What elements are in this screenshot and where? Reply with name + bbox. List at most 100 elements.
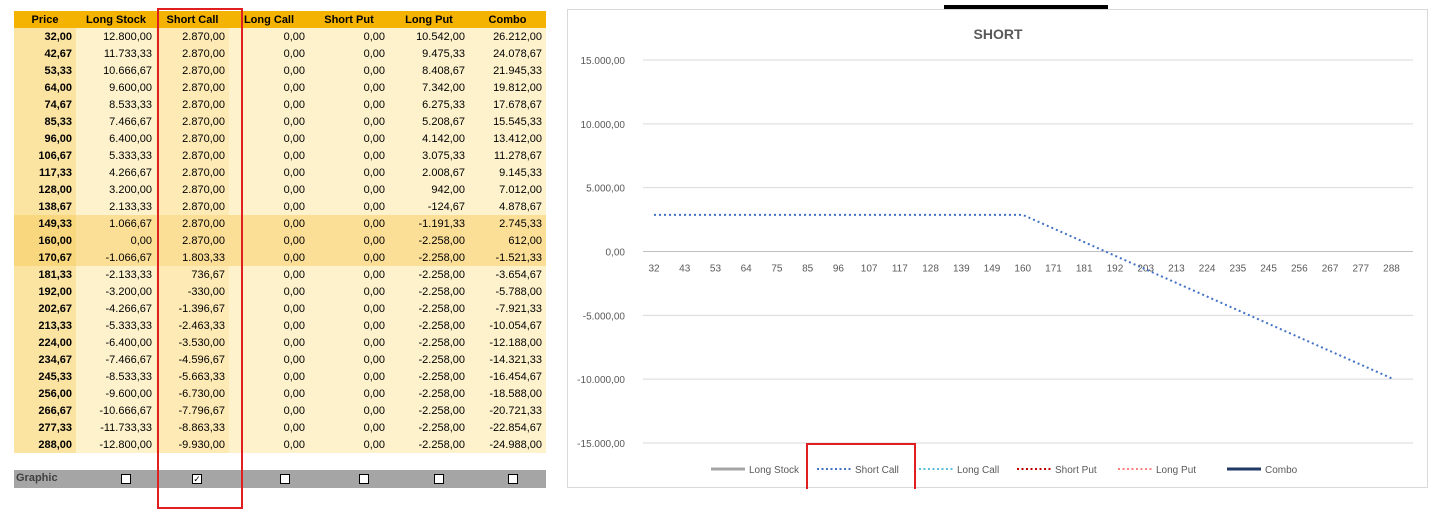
y-tick-label: 15.000,00 xyxy=(581,56,626,67)
cell-price: 53,33 xyxy=(14,62,76,79)
x-tick-label: 139 xyxy=(953,264,970,275)
cell-price: 202,67 xyxy=(14,300,76,317)
cell-combo: 9.145,33 xyxy=(469,164,546,181)
cell-price: 32,00 xyxy=(14,28,76,45)
cell-combo: 612,00 xyxy=(469,232,546,249)
cell-long-stock: 5.333,33 xyxy=(76,147,156,164)
checkbox-short-put[interactable] xyxy=(359,474,369,484)
cell-short-put: 0,00 xyxy=(309,113,389,130)
cell-combo: -12.188,00 xyxy=(469,334,546,351)
cell-combo: 19.812,00 xyxy=(469,79,546,96)
x-tick-label: 107 xyxy=(861,264,878,275)
y-tick-label: -10.000,00 xyxy=(577,375,625,386)
x-tick-label: 235 xyxy=(1230,264,1247,275)
cell-long-put: -2.258,00 xyxy=(389,283,469,300)
table-row: 128,00 3.200,00 2.870,00 0,00 0,00 942,00 7.01… xyxy=(14,181,546,198)
chart-series xyxy=(654,213,1392,380)
y-tick-label: -15.000,00 xyxy=(577,439,625,450)
cell-long-stock: -4.266,67 xyxy=(76,300,156,317)
cell-short-put: 0,00 xyxy=(309,198,389,215)
cell-price: 288,00 xyxy=(14,436,76,453)
cell-long-stock: -5.333,33 xyxy=(76,317,156,334)
cell-short-put: 0,00 xyxy=(309,232,389,249)
cell-price: 117,33 xyxy=(14,164,76,181)
cell-short-put: 0,00 xyxy=(309,181,389,198)
graphic-toggle-bar: Graphic ✓ xyxy=(14,470,546,488)
cell-combo: 4.878,67 xyxy=(469,198,546,215)
cell-short-put: 0,00 xyxy=(309,45,389,62)
cell-combo: -18.588,00 xyxy=(469,385,546,402)
x-tick-label: 181 xyxy=(1076,264,1093,275)
x-tick-label: 32 xyxy=(648,264,660,275)
cell-long-put: -2.258,00 xyxy=(389,436,469,453)
cell-short-put: 0,00 xyxy=(309,215,389,232)
cell-price: 224,00 xyxy=(14,334,76,351)
cell-long-put: 2.008,67 xyxy=(389,164,469,181)
checkbox-long-stock[interactable] xyxy=(121,474,131,484)
cell-long-stock: -3.200,00 xyxy=(76,283,156,300)
cell-long-put: 9.475,33 xyxy=(389,45,469,62)
header-short-put: Short Put xyxy=(309,11,389,28)
x-tick-label: 43 xyxy=(679,264,691,275)
cell-price: 128,00 xyxy=(14,181,76,198)
cell-long-stock: 1.066,67 xyxy=(76,215,156,232)
cell-short-put: 0,00 xyxy=(309,283,389,300)
cell-long-stock: 2.133,33 xyxy=(76,198,156,215)
checkbox-long-call[interactable] xyxy=(280,474,290,484)
cell-combo: -24.988,00 xyxy=(469,436,546,453)
cell-combo: -14.321,33 xyxy=(469,351,546,368)
cell-long-put: 3.075,33 xyxy=(389,147,469,164)
x-tick-label: 85 xyxy=(802,264,814,275)
graphic-label: Graphic xyxy=(16,472,58,484)
payoff-table-grid: Price Long Stock Short Call Long Call Short … xyxy=(14,11,546,453)
table-row: 266,67 -10.666,67 -7.796,67 0,00 0,00 -2.258,… xyxy=(14,402,546,419)
y-tick-label: 5.000,00 xyxy=(586,184,625,195)
table-body: 32,00 12.800,00 2.870,00 0,00 0,00 10.542,00 2… xyxy=(14,28,546,453)
cell-short-put: 0,00 xyxy=(309,28,389,45)
cell-long-put: -2.258,00 xyxy=(389,351,469,368)
cell-short-put: 0,00 xyxy=(309,334,389,351)
cell-price: 149,33 xyxy=(14,215,76,232)
cell-long-put: -1.191,33 xyxy=(389,215,469,232)
checkbox-combo[interactable] xyxy=(508,474,518,484)
cell-long-put: -2.258,00 xyxy=(389,334,469,351)
series-line-short-call xyxy=(654,213,1392,380)
cell-long-put: 4.142,00 xyxy=(389,130,469,147)
table-row: 245,33 -8.533,33 -5.663,33 0,00 0,00 -2.258,0… xyxy=(14,368,546,385)
table-row: 234,67 -7.466,67 -4.596,67 0,00 0,00 -2.258,0… xyxy=(14,351,546,368)
cell-long-stock: 8.533,33 xyxy=(76,96,156,113)
cell-long-stock: 6.400,00 xyxy=(76,130,156,147)
cell-combo: -7.921,33 xyxy=(469,300,546,317)
x-tick-label: 96 xyxy=(833,264,845,275)
cell-price: 213,33 xyxy=(14,317,76,334)
table-row: 32,00 12.800,00 2.870,00 0,00 0,00 10.542,00 2… xyxy=(14,28,546,45)
cell-long-put: -2.258,00 xyxy=(389,402,469,419)
short-call-column-highlight xyxy=(157,8,243,509)
table-row: 170,67 -1.066,67 1.803,33 0,00 0,00 -2.258,00… xyxy=(14,249,546,266)
table-row: 149,33 1.066,67 2.870,00 0,00 0,00 -1.191,33 2… xyxy=(14,215,546,232)
cell-long-stock: -7.466,67 xyxy=(76,351,156,368)
cell-long-put: 5.208,67 xyxy=(389,113,469,130)
header-price: Price xyxy=(14,11,76,28)
cell-price: 277,33 xyxy=(14,419,76,436)
cell-price: 234,67 xyxy=(14,351,76,368)
cell-short-put: 0,00 xyxy=(309,300,389,317)
cell-long-put: -124,67 xyxy=(389,198,469,215)
cell-long-stock: -2.133,33 xyxy=(76,266,156,283)
chart-gridlines xyxy=(643,59,1413,444)
table-row: 224,00 -6.400,00 -3.530,00 0,00 0,00 -2.258,0… xyxy=(14,334,546,351)
cell-price: 192,00 xyxy=(14,283,76,300)
cell-price: 106,67 xyxy=(14,147,76,164)
checkbox-long-put[interactable] xyxy=(434,474,444,484)
x-tick-label: 224 xyxy=(1199,264,1216,275)
cell-price: 42,67 xyxy=(14,45,76,62)
payoff-chart: SHORT 15.000,00 10.000,00 5.000,00 0,00 -5.0… xyxy=(567,9,1428,489)
cell-long-stock: 0,00 xyxy=(76,232,156,249)
cell-price: 170,67 xyxy=(14,249,76,266)
cell-long-stock: 10.666,67 xyxy=(76,62,156,79)
table-row: 160,00 0,00 2.870,00 0,00 0,00 -2.258,00 612,0… xyxy=(14,232,546,249)
table-row: 117,33 4.266,67 2.870,00 0,00 0,00 2.008,67 9.… xyxy=(14,164,546,181)
cell-combo: 7.012,00 xyxy=(469,181,546,198)
cell-long-stock: 3.200,00 xyxy=(76,181,156,198)
cell-long-stock: 12.800,00 xyxy=(76,28,156,45)
